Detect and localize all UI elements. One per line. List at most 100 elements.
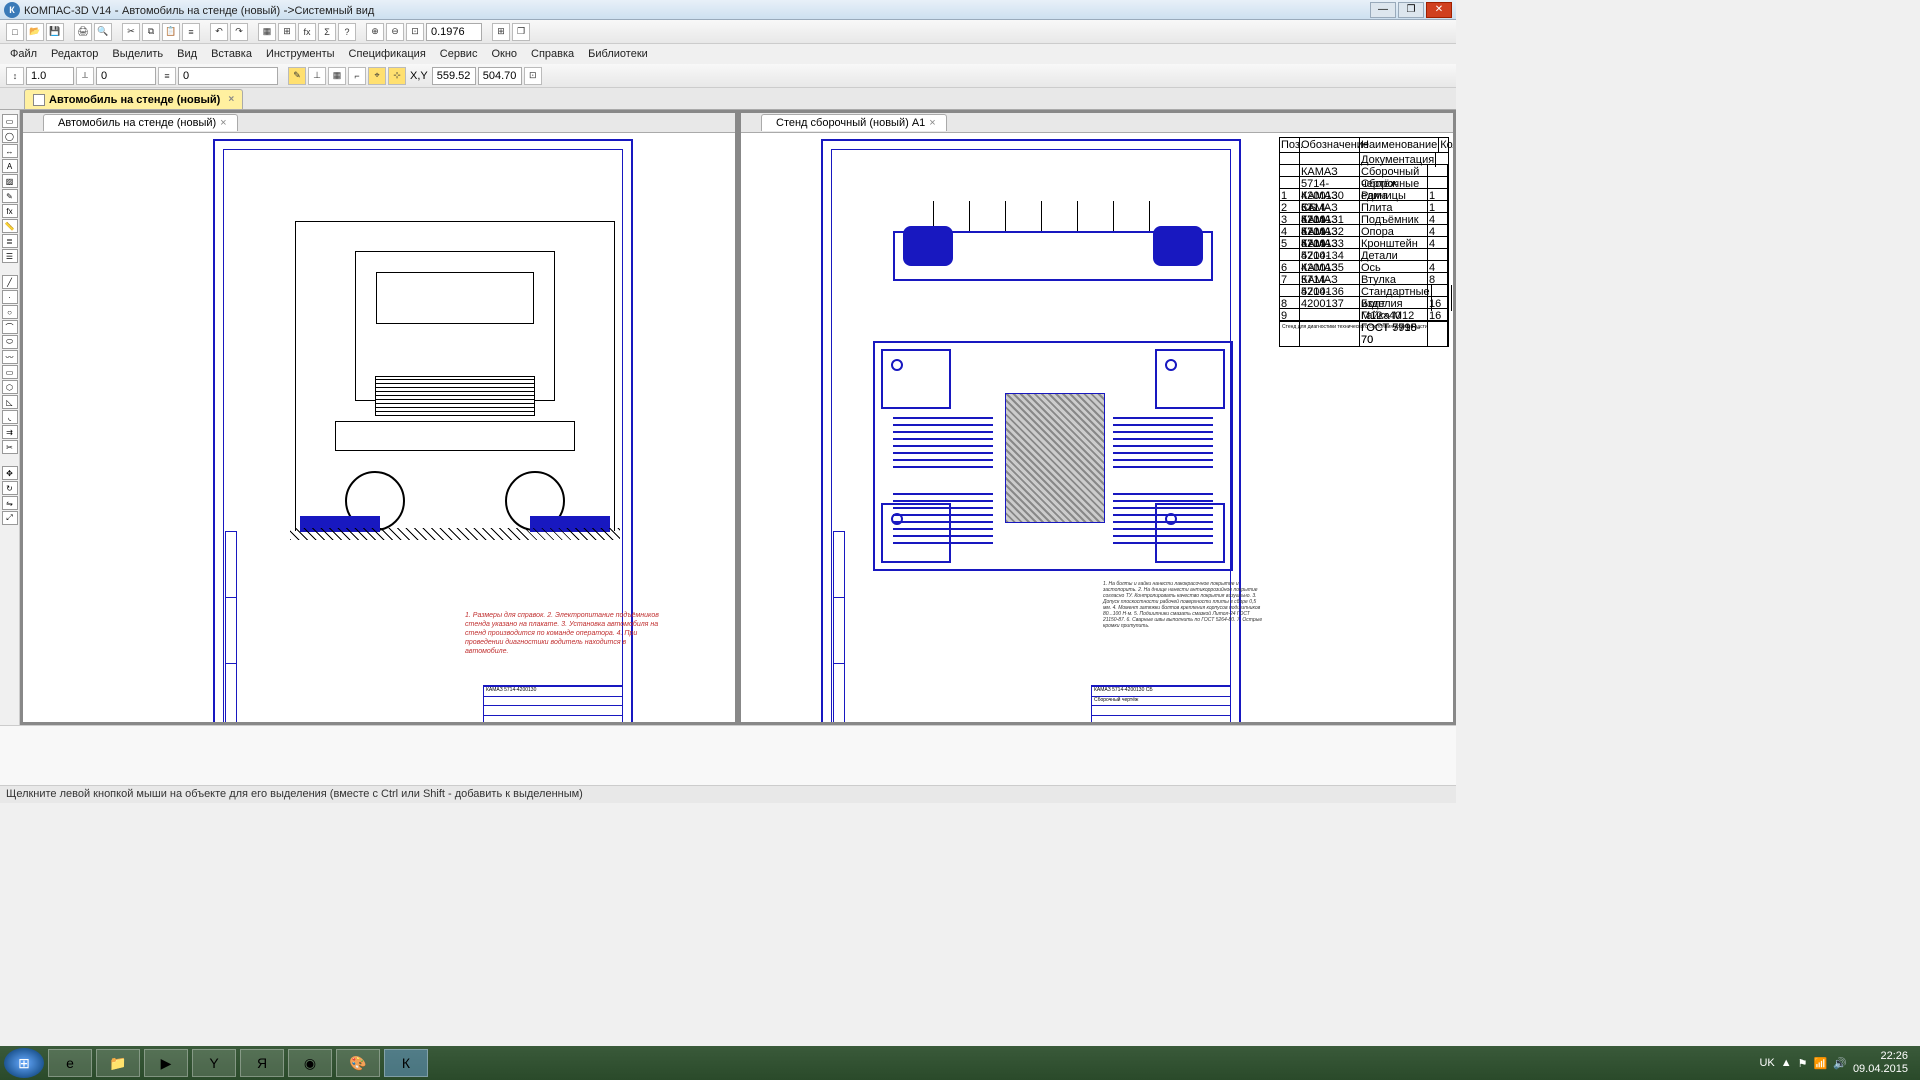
zoom-fit-icon[interactable]: ⊡ <box>406 23 424 41</box>
spec-tool-icon[interactable]: ≣ <box>2 234 18 248</box>
zoom-out-icon[interactable]: ⊖ <box>386 23 404 41</box>
system-tray[interactable]: UK ▲ ⚑ 📶 🔊 22:26 09.04.2015 <box>1759 1050 1916 1076</box>
coord-x-input[interactable] <box>432 67 476 85</box>
close-icon[interactable]: × <box>228 94 234 105</box>
layer-icon[interactable]: ≡ <box>158 67 176 85</box>
maximize-button[interactable]: ❐ <box>1398 2 1424 18</box>
preview-icon[interactable]: 🔍 <box>94 23 112 41</box>
undo-icon[interactable]: ↶ <box>210 23 228 41</box>
task-paint-icon[interactable]: 🎨 <box>336 1049 380 1077</box>
ellipse-tool-icon[interactable]: ⬭ <box>2 335 18 349</box>
snap3-icon[interactable]: ⊹ <box>388 67 406 85</box>
scale-input[interactable] <box>26 67 74 85</box>
task-yandex-icon[interactable]: Y <box>192 1049 236 1077</box>
left-document-pane[interactable]: Автомобиль на стенде (новый) × <box>22 112 736 723</box>
left-doc-tab[interactable]: Автомобиль на стенде (новый) × <box>43 114 238 131</box>
menu-select[interactable]: Выделить <box>106 46 169 62</box>
layer-input[interactable] <box>178 67 278 85</box>
copy-icon[interactable]: ⧉ <box>142 23 160 41</box>
step-icon[interactable]: ⟂ <box>76 67 94 85</box>
hatch-tool-icon[interactable]: ▨ <box>2 174 18 188</box>
task-ie-icon[interactable]: e <box>48 1049 92 1077</box>
snap2-icon[interactable]: ⌖ <box>368 67 386 85</box>
tray-flag-icon[interactable]: ⚑ <box>1798 1057 1808 1070</box>
save-icon[interactable]: 💾 <box>46 23 64 41</box>
coord-y-input[interactable] <box>478 67 522 85</box>
round-icon[interactable]: ⌐ <box>348 67 366 85</box>
right-document-pane[interactable]: Стенд сборочный (новый) А1 × <box>740 112 1454 723</box>
task-explorer-icon[interactable]: 📁 <box>96 1049 140 1077</box>
lib-tool-icon[interactable]: ☰ <box>2 249 18 263</box>
grid-icon[interactable]: ▦ <box>258 23 276 41</box>
offset-tool-icon[interactable]: ⇉ <box>2 425 18 439</box>
menu-file[interactable]: Файл <box>4 46 43 62</box>
property-panel[interactable] <box>0 725 1456 785</box>
lang-indicator[interactable]: UK <box>1759 1057 1774 1069</box>
props-icon[interactable]: ≡ <box>182 23 200 41</box>
edit-tool-icon[interactable]: ✎ <box>2 189 18 203</box>
rotate-tool-icon[interactable]: ↻ <box>2 481 18 495</box>
menu-tools[interactable]: Инструменты <box>260 46 341 62</box>
fillet-tool-icon[interactable]: ◟ <box>2 410 18 424</box>
start-button[interactable]: ⊞ <box>4 1048 44 1078</box>
measure-tool-icon[interactable]: 📏 <box>2 219 18 233</box>
close-icon[interactable]: × <box>929 117 935 129</box>
task-yandex2-icon[interactable]: Я <box>240 1049 284 1077</box>
task-kompas-icon[interactable]: К <box>384 1049 428 1077</box>
vars-icon[interactable]: Σ <box>318 23 336 41</box>
chamfer-tool-icon[interactable]: ◺ <box>2 395 18 409</box>
fx-icon[interactable]: fx <box>298 23 316 41</box>
polygon-tool-icon[interactable]: ⬡ <box>2 380 18 394</box>
menu-view[interactable]: Вид <box>171 46 203 62</box>
paste-icon[interactable]: 📋 <box>162 23 180 41</box>
left-canvas[interactable]: 1. Размеры для справок. 2. Электропитани… <box>23 133 735 722</box>
snap-icon[interactable]: ⊞ <box>278 23 296 41</box>
right-canvas[interactable]: 1. На болты и гайки нанести лакокрасочно… <box>741 133 1453 722</box>
geometry-tool-icon[interactable]: ◯ <box>2 129 18 143</box>
right-doc-tab[interactable]: Стенд сборочный (новый) А1 × <box>761 114 947 131</box>
redo-icon[interactable]: ↷ <box>230 23 248 41</box>
text-tool-icon[interactable]: A <box>2 159 18 173</box>
rect-tool-icon[interactable]: ▭ <box>2 365 18 379</box>
menu-spec[interactable]: Спецификация <box>343 46 432 62</box>
grid2-icon[interactable]: ▦ <box>328 67 346 85</box>
close-icon[interactable]: × <box>220 117 226 129</box>
zoom-input[interactable] <box>426 23 482 41</box>
point-tool-icon[interactable]: · <box>2 290 18 304</box>
select-tool-icon[interactable]: ▭ <box>2 114 18 128</box>
trim-tool-icon[interactable]: ✂ <box>2 440 18 454</box>
tray-volume-icon[interactable]: 🔊 <box>1833 1057 1847 1070</box>
scale-tool-icon[interactable]: ⤢ <box>2 511 18 525</box>
arc-tool-icon[interactable]: ⌒ <box>2 320 18 334</box>
tab-left-doc[interactable]: Автомобиль на стенде (новый) × <box>24 89 243 109</box>
zoom-in-icon[interactable]: ⊕ <box>366 23 384 41</box>
help-icon[interactable]: ? <box>338 23 356 41</box>
ortho-icon[interactable]: ⊥ <box>308 67 326 85</box>
task-wmp-icon[interactable]: ▶ <box>144 1049 188 1077</box>
tray-up-icon[interactable]: ▲ <box>1781 1057 1792 1069</box>
circle-tool-icon[interactable]: ○ <box>2 305 18 319</box>
param-tool-icon[interactable]: fx <box>2 204 18 218</box>
spline-tool-icon[interactable]: 〰 <box>2 350 18 364</box>
minimize-button[interactable]: — <box>1370 2 1396 18</box>
menu-help[interactable]: Справка <box>525 46 580 62</box>
clock[interactable]: 22:26 09.04.2015 <box>1853 1050 1908 1076</box>
line-tool-icon[interactable]: ╱ <box>2 275 18 289</box>
menu-window[interactable]: Окно <box>485 46 523 62</box>
open-icon[interactable]: 📂 <box>26 23 44 41</box>
mirror-tool-icon[interactable]: ⇋ <box>2 496 18 510</box>
menu-service[interactable]: Сервис <box>434 46 484 62</box>
move-tool-icon[interactable]: ✥ <box>2 466 18 480</box>
window-tile-icon[interactable]: ⊞ <box>492 23 510 41</box>
dimension-tool-icon[interactable]: ↔ <box>2 144 18 158</box>
window-cascade-icon[interactable]: ❐ <box>512 23 530 41</box>
tray-network-icon[interactable]: 📶 <box>1814 1057 1828 1070</box>
task-chrome-icon[interactable]: ◉ <box>288 1049 332 1077</box>
scale-icon[interactable]: ↕ <box>6 67 24 85</box>
print-icon[interactable]: 🖨 <box>74 23 92 41</box>
step-input[interactable] <box>96 67 156 85</box>
style-icon[interactable]: ✎ <box>288 67 306 85</box>
coord-lock-icon[interactable]: ⊡ <box>524 67 542 85</box>
menu-insert[interactable]: Вставка <box>205 46 258 62</box>
close-button[interactable]: ✕ <box>1426 2 1452 18</box>
